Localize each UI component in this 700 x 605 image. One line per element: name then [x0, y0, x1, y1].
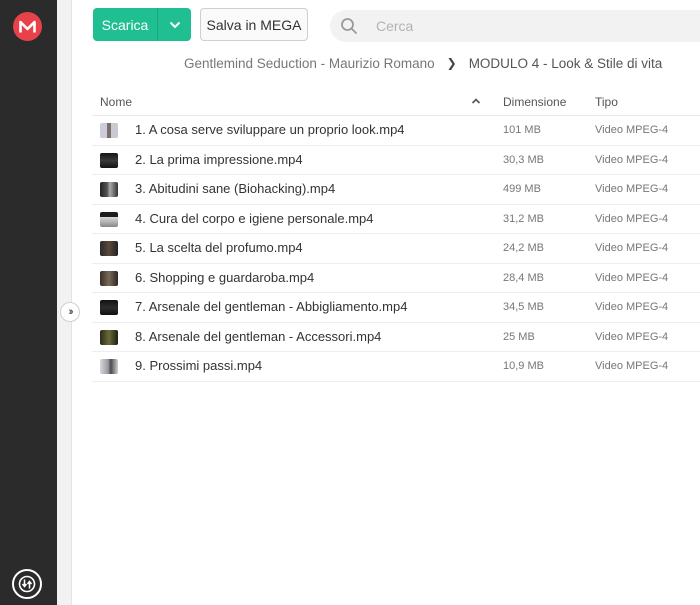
search-icon	[341, 18, 357, 34]
left-rail	[0, 0, 57, 605]
file-name: 5. La scelta del profumo.mp4	[135, 240, 303, 255]
file-name: 4. Cura del corpo e igiene personale.mp4	[135, 210, 374, 226]
file-size: 31,2 MB	[503, 212, 544, 225]
video-thumbnail-icon	[100, 152, 118, 168]
download-options-button[interactable]	[158, 8, 191, 41]
file-type: Video MPEG-4	[595, 242, 669, 254]
file-size: 10,9 MB	[503, 360, 544, 372]
file-type: Video MPEG-4	[595, 153, 669, 166]
file-list: 1. A cosa serve sviluppare un proprio lo…	[92, 116, 700, 382]
video-thumbnail-icon	[100, 300, 118, 315]
mega-m-icon	[19, 20, 36, 32]
table-row[interactable]: 1. A cosa serve sviluppare un proprio lo…	[92, 116, 700, 146]
mega-logo-icon[interactable]	[13, 12, 42, 41]
file-type: Video MPEG-4	[595, 124, 669, 136]
file-size: 101 MB	[503, 124, 541, 136]
breadcrumb-parent[interactable]: Gentlemind Seduction - Maurizio Romano	[184, 56, 435, 71]
file-name: 3. Abitudini sane (Biohacking).mp4	[135, 181, 336, 196]
video-thumbnail-icon	[100, 270, 118, 286]
file-type: Video MPEG-4	[595, 212, 669, 225]
video-thumbnail-icon	[100, 123, 118, 138]
expand-panel-icon[interactable]: ››	[60, 302, 80, 322]
table-row[interactable]: 6. Shopping e guardaroba.mp4 28,4 MB Vid…	[92, 264, 700, 293]
file-size: 34,5 MB	[503, 301, 544, 313]
breadcrumb-chevron-icon: ❯	[446, 56, 457, 70]
file-name: 1. A cosa serve sviluppare un proprio lo…	[135, 122, 405, 137]
transfer-arrows-icon	[18, 575, 36, 593]
table-row[interactable]: 5. La scelta del profumo.mp4 24,2 MB Vid…	[92, 234, 700, 264]
file-type: Video MPEG-4	[595, 301, 669, 313]
sort-ascending-icon[interactable]	[471, 96, 481, 106]
file-size: 24,2 MB	[503, 242, 544, 254]
breadcrumb-current: MODULO 4 - Look & Stile di vita	[468, 55, 663, 71]
table-row[interactable]: 3. Abitudini sane (Biohacking).mp4 499 M…	[92, 175, 700, 205]
table-row[interactable]: 9. Prossimi passi.mp4 10,9 MB Video MPEG…	[92, 352, 700, 382]
file-size: 30,3 MB	[503, 153, 544, 166]
transfer-manager-icon[interactable]	[12, 569, 42, 599]
table-row[interactable]: 2. La prima impressione.mp4 30,3 MB Vide…	[92, 146, 700, 175]
download-button-group: Scarica	[93, 8, 191, 41]
video-thumbnail-icon	[100, 241, 118, 256]
video-thumbnail-icon	[100, 182, 118, 197]
search-bar	[330, 10, 700, 42]
file-size: 25 MB	[503, 330, 535, 343]
video-thumbnail-icon	[100, 359, 118, 374]
file-name: 6. Shopping e guardaroba.mp4	[135, 269, 315, 285]
table-row[interactable]: 4. Cura del corpo e igiene personale.mp4…	[92, 205, 700, 234]
file-name: 7. Arsenale del gentleman - Abbigliament…	[135, 299, 408, 314]
file-name: 8. Arsenale del gentleman - Accessori.mp…	[135, 328, 382, 344]
file-type: Video MPEG-4	[595, 360, 669, 372]
column-header-type[interactable]: Tipo	[595, 95, 618, 109]
file-type: Video MPEG-4	[595, 271, 669, 284]
file-type: Video MPEG-4	[595, 183, 669, 195]
download-button[interactable]: Scarica	[93, 8, 158, 41]
chevron-down-icon	[169, 21, 180, 28]
file-table-header: Nome Dimensione Tipo	[92, 88, 700, 116]
save-to-mega-button[interactable]: Salva in MEGA	[200, 8, 308, 41]
table-row[interactable]: 7. Arsenale del gentleman - Abbigliament…	[92, 293, 700, 323]
file-size: 28,4 MB	[503, 271, 544, 284]
video-thumbnail-icon	[100, 329, 118, 345]
table-row[interactable]: 8. Arsenale del gentleman - Accessori.mp…	[92, 323, 700, 352]
file-type: Video MPEG-4	[595, 330, 669, 343]
video-thumbnail-icon	[100, 211, 118, 227]
column-header-name[interactable]: Nome	[100, 95, 132, 109]
file-size: 499 MB	[503, 183, 541, 195]
file-name: 2. La prima impressione.mp4	[135, 151, 303, 167]
breadcrumb: Gentlemind Seduction - Maurizio Romano ❯…	[184, 54, 662, 72]
column-header-size[interactable]: Dimensione	[503, 95, 566, 109]
file-name: 9. Prossimi passi.mp4	[135, 358, 263, 373]
search-input[interactable]	[374, 17, 628, 35]
